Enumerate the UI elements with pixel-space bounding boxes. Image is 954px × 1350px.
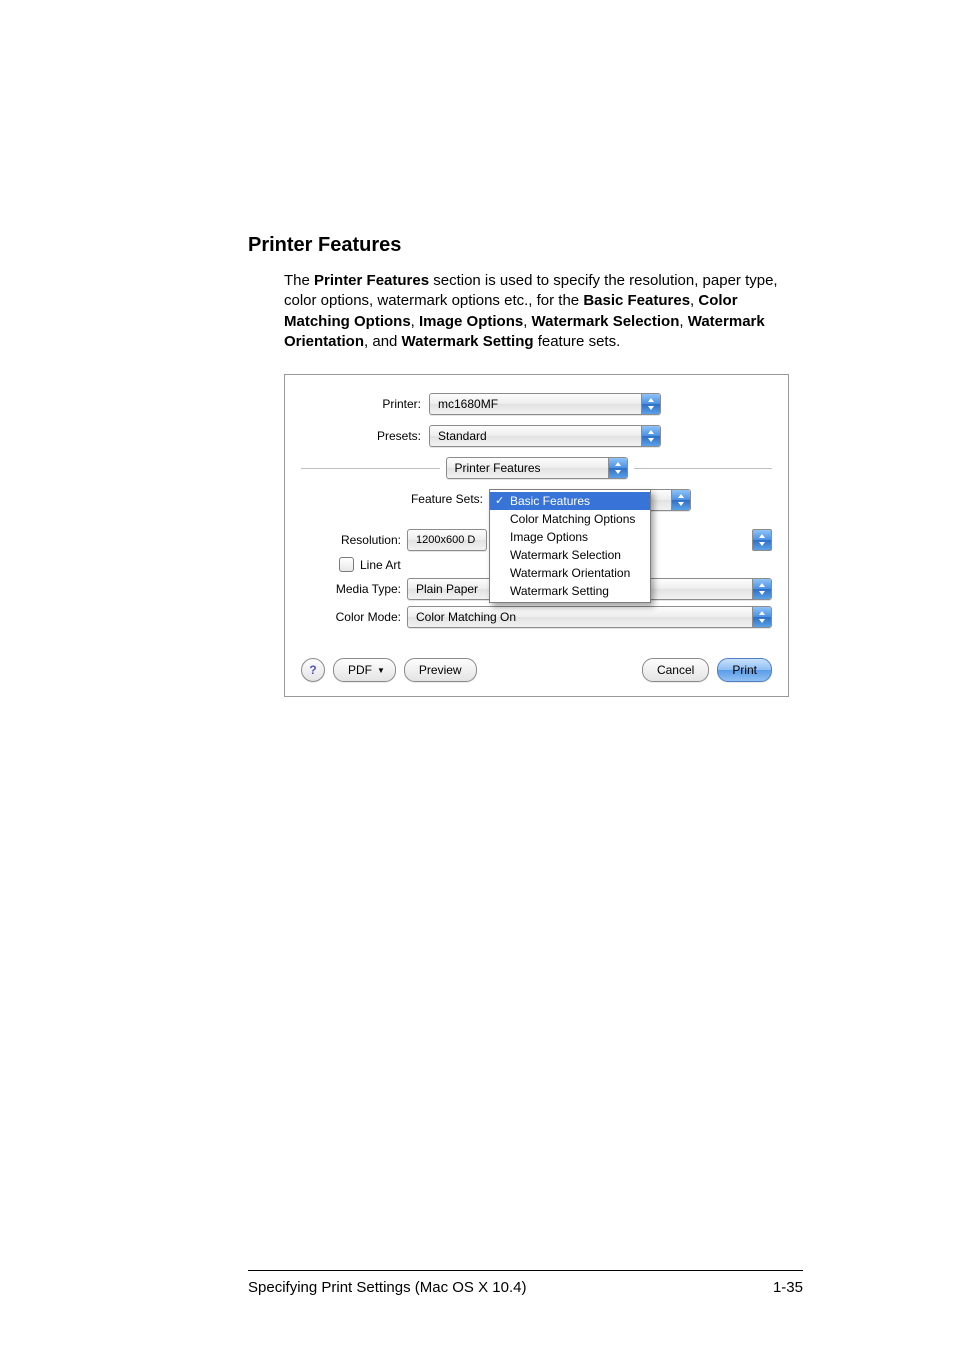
menu-item-label: Image Options [510, 530, 588, 544]
printer-select-value: mc1680MF [430, 397, 641, 411]
menu-item-watermark-setting[interactable]: Watermark Setting [490, 582, 650, 600]
menu-item-label: Watermark Setting [510, 584, 609, 598]
page-footer: Specifying Print Settings (Mac OS X 10.4… [248, 1270, 803, 1296]
section-heading: Printer Features [248, 234, 803, 257]
preview-label: Preview [419, 663, 462, 677]
menu-item-image-options[interactable]: Image Options [490, 528, 650, 546]
chevron-updown-icon [608, 458, 627, 478]
pane-select[interactable]: Printer Features [446, 457, 628, 479]
menu-item-label: Watermark Orientation [510, 566, 630, 580]
resolution-select[interactable]: 1200x600 D [407, 529, 487, 551]
menu-item-watermark-selection[interactable]: Watermark Selection [490, 546, 650, 564]
chevron-updown-icon [752, 579, 771, 599]
bold: Watermark Setting [402, 333, 534, 350]
divider [634, 468, 773, 469]
help-button[interactable]: ? [301, 658, 325, 682]
presets-label: Presets: [301, 429, 429, 443]
help-icon: ? [309, 663, 316, 677]
bold: Printer Features [314, 272, 429, 289]
text: feature sets. [534, 333, 621, 350]
pdf-label: PDF [348, 663, 372, 677]
text: , [679, 313, 687, 330]
color-mode-value: Color Matching On [408, 610, 752, 624]
divider [301, 468, 440, 469]
menu-item-watermark-orientation[interactable]: Watermark Orientation [490, 564, 650, 582]
section-description: The Printer Features section is used to … [284, 271, 803, 352]
preview-button[interactable]: Preview [404, 658, 477, 682]
menu-item-label: Basic Features [510, 494, 590, 508]
menu-item-basic-features[interactable]: ✓ Basic Features [490, 492, 650, 510]
print-button[interactable]: Print [717, 658, 772, 682]
media-type-label: Media Type: [301, 582, 407, 596]
text: , [411, 313, 419, 330]
footer-rule [248, 1270, 803, 1271]
bold: Watermark Selection [532, 313, 680, 330]
bold: Image Options [419, 313, 523, 330]
printer-select[interactable]: mc1680MF [429, 393, 661, 415]
print-dialog: Printer: mc1680MF Presets: Standard [284, 374, 789, 697]
feature-sets-menu: ✓ Basic Features Color Matching Options … [489, 489, 651, 603]
chevron-updown-icon[interactable] [752, 529, 772, 551]
feature-sets-label: Feature Sets: [301, 489, 489, 506]
text: The [284, 272, 314, 289]
text: , and [364, 333, 402, 350]
color-mode-select[interactable]: Color Matching On [407, 606, 772, 628]
pane-select-value: Printer Features [447, 461, 608, 475]
bold: Basic Features [583, 292, 690, 309]
footer-page-number: 1-35 [773, 1279, 803, 1296]
cancel-button[interactable]: Cancel [642, 658, 709, 682]
pdf-button[interactable]: PDF ▼ [333, 658, 396, 682]
check-icon: ✓ [495, 494, 504, 507]
footer-left: Specifying Print Settings (Mac OS X 10.4… [248, 1279, 526, 1296]
resolution-value: 1200x600 D [408, 534, 486, 546]
print-label: Print [732, 663, 757, 677]
resolution-label: Resolution: [301, 533, 407, 547]
cancel-label: Cancel [657, 663, 694, 677]
checkbox-box [339, 557, 354, 572]
chevron-updown-icon [671, 490, 690, 510]
color-mode-label: Color Mode: [301, 610, 407, 624]
presets-select-value: Standard [430, 429, 641, 443]
menu-item-label: Watermark Selection [510, 548, 621, 562]
printer-label: Printer: [301, 397, 429, 411]
chevron-updown-icon [641, 394, 660, 414]
presets-select[interactable]: Standard [429, 425, 661, 447]
triangle-down-icon: ▼ [377, 666, 385, 675]
menu-item-label: Color Matching Options [510, 512, 635, 526]
menu-item-color-matching-options[interactable]: Color Matching Options [490, 510, 650, 528]
text: , [523, 313, 531, 330]
line-art-label: Line Art [360, 558, 401, 572]
chevron-updown-icon [752, 607, 771, 627]
chevron-updown-icon [641, 426, 660, 446]
